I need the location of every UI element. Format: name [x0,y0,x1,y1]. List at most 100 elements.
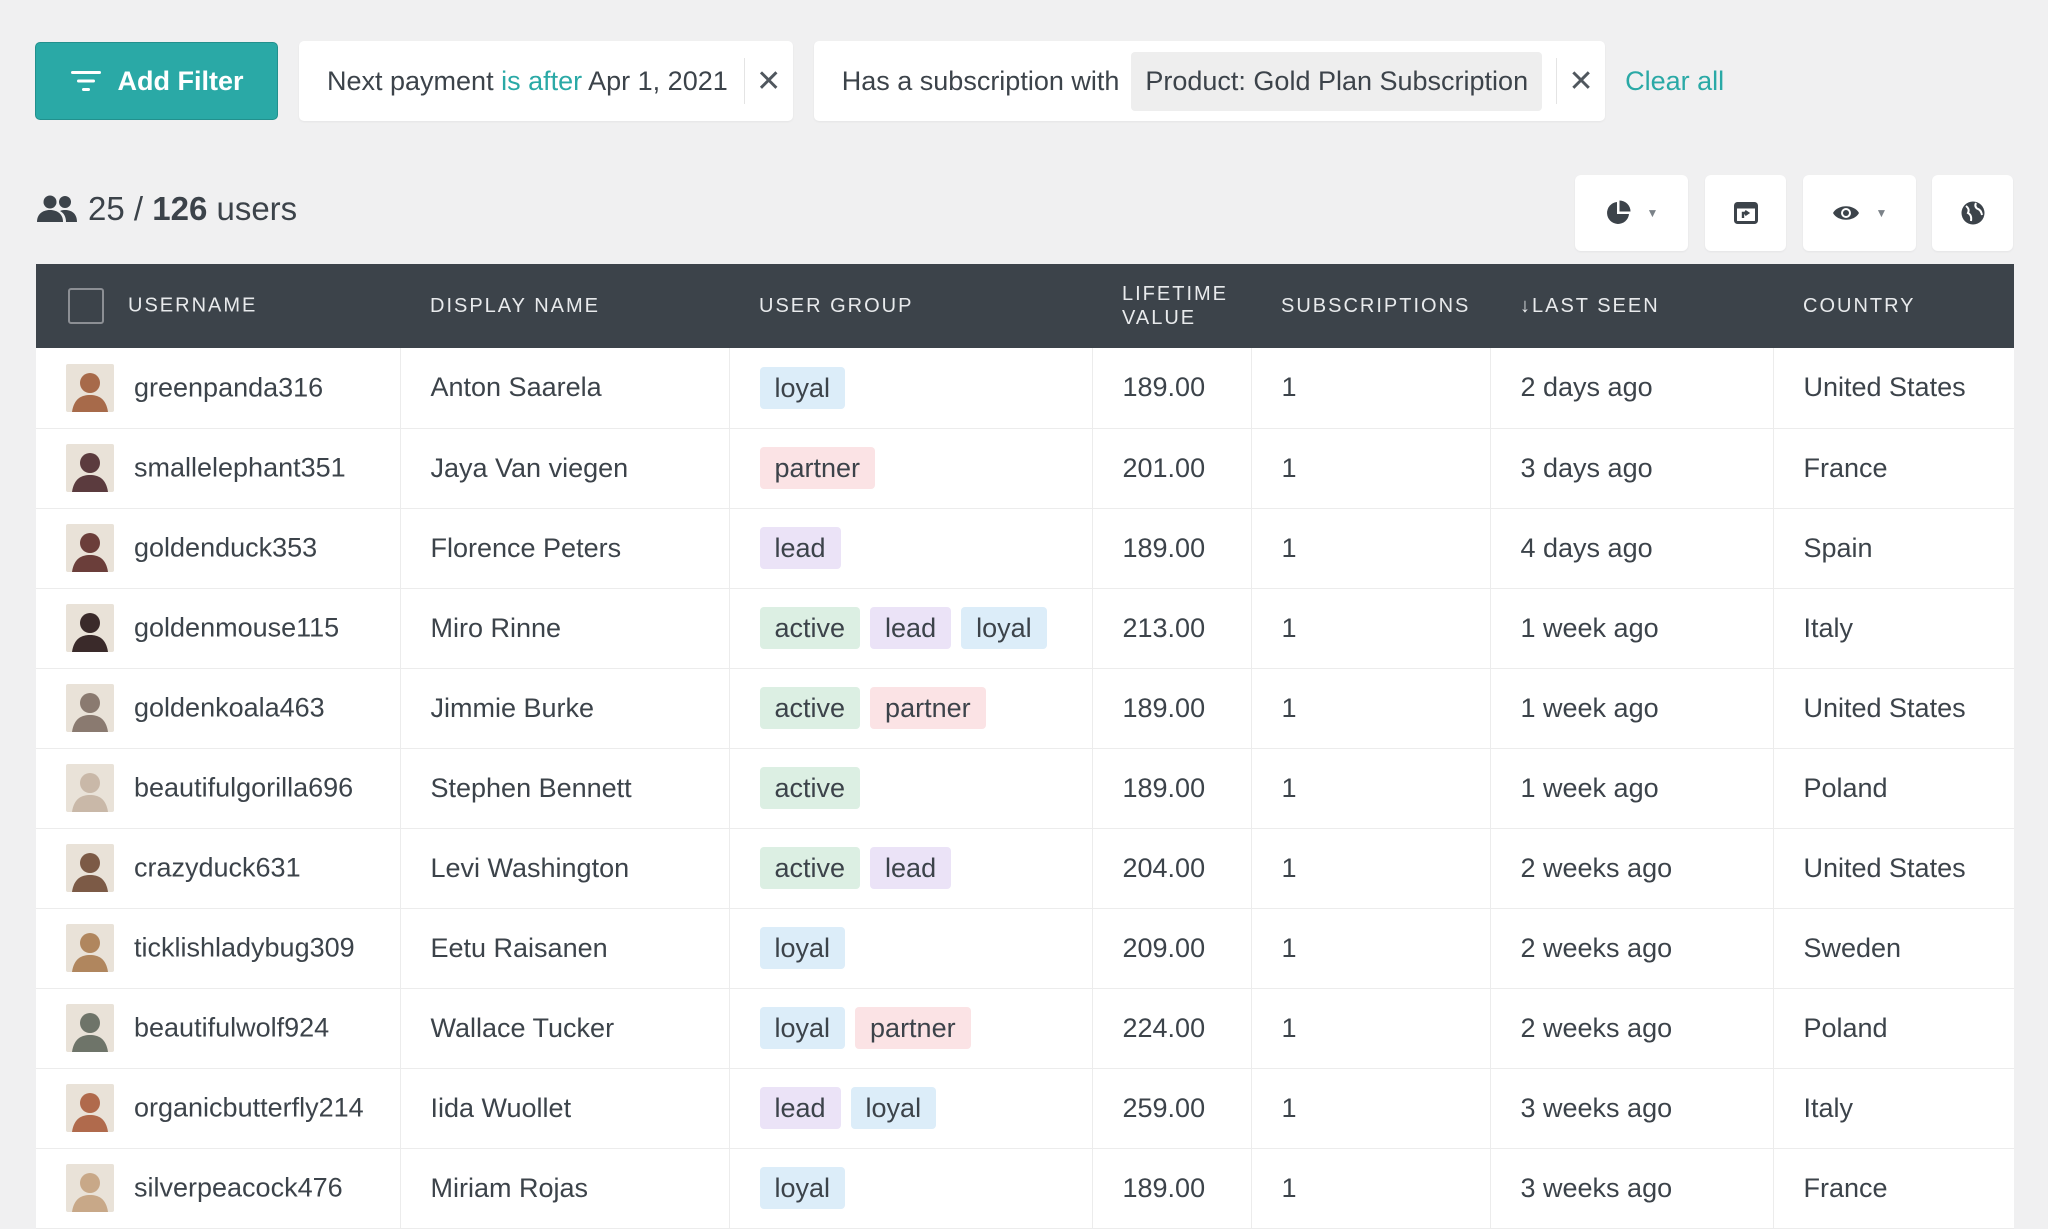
globe-button[interactable] [1932,175,2013,251]
select-all-checkbox[interactable] [68,288,104,324]
clear-all-link[interactable]: Clear all [1625,66,1724,97]
user-group-tag[interactable]: active [759,847,861,889]
column-header-subscriptions[interactable]: SUBSCRIPTIONS [1251,264,1490,348]
column-header-last-seen[interactable]: ↓LAST SEEN [1490,264,1773,348]
remove-filter-icon[interactable]: ✕ [745,64,793,99]
country-cell: Spain [1803,532,1873,563]
layout-button[interactable] [1705,175,1786,251]
last-seen-cell: 3 weeks ago [1490,1148,1774,1228]
subscriptions-cell: 1 [1251,988,1491,1068]
avatar[interactable] [66,1004,114,1052]
avatar[interactable] [66,363,114,412]
user-group-tag[interactable]: loyal [759,1167,846,1209]
avatar[interactable] [66,1084,114,1132]
username-cell[interactable]: beautifulwolf924 [36,988,401,1068]
username-cell[interactable]: ticklishladybug309 [36,908,401,988]
user-group-tag[interactable]: lead [870,847,952,889]
username[interactable]: greenpanda316 [134,372,323,402]
add-filter-button[interactable]: Add Filter [35,42,278,120]
username-cell[interactable]: goldenkoala463 [36,668,401,748]
username[interactable]: beautifulgorilla696 [134,773,353,803]
username[interactable]: ticklishladybug309 [134,933,355,963]
username-cell[interactable]: beautifulgorilla696 [36,748,401,828]
user-group-tag[interactable]: partner [855,1007,971,1049]
display-name-cell: Iida Wuollet [400,1068,730,1148]
username[interactable]: crazyduck631 [134,853,301,883]
username-cell[interactable]: organicbutterfly214 [36,1068,401,1148]
username-cell[interactable]: silverpeacock476 [36,1148,401,1228]
column-header-country[interactable]: COUNTRY [1773,264,2014,348]
user-group-tag[interactable]: loyal [759,366,846,409]
avatar[interactable] [66,684,114,732]
display-name-cell: Miriam Rojas [400,1148,730,1228]
table-row[interactable]: greenpanda316 Anton Saarela loyal 189.00 1 2 … [36,348,2014,428]
avatar[interactable] [66,524,114,572]
avatar[interactable] [66,604,114,652]
user-group-cell: lead [729,508,1093,588]
username[interactable]: organicbutterfly214 [134,1093,364,1123]
display-name-cell: Jimmie Burke [400,668,730,748]
visibility-dropdown-button[interactable]: ▼ [1803,175,1916,251]
user-group-tag[interactable]: lead [759,527,841,569]
table-row[interactable]: goldenduck353 Florence Peters lead 189.00 1 4… [36,508,2014,588]
user-group-tag[interactable]: active [759,767,861,809]
username[interactable]: silverpeacock476 [134,1173,343,1203]
avatar[interactable] [66,444,114,492]
last-seen-cell: 1 week ago [1490,668,1774,748]
filter-field: Next payment [327,65,494,96]
filter-value[interactable]: Apr 1, 2021 [588,66,728,96]
user-group-cell: active lead loyal [729,588,1093,668]
table-body: greenpanda316 Anton Saarela loyal 189.00 1 2 … [36,348,2014,1228]
table-row[interactable]: crazyduck631 Levi Washington active lead 204… [36,828,2014,908]
table-row[interactable]: ticklishladybug309 Eetu Raisanen loyal 209.… [36,908,2014,988]
column-header-user-group[interactable]: USER GROUP [729,264,1092,348]
filter-value-pill[interactable]: Product: Gold Plan Subscription [1131,51,1543,111]
user-group-tag[interactable]: lead [759,1087,841,1129]
username-cell[interactable]: crazyduck631 [36,828,401,908]
user-group-tag[interactable]: loyal [759,1007,846,1049]
user-group-tag[interactable]: loyal [961,607,1047,649]
column-header-lifetime-value[interactable]: LIFETIME VALUE [1092,264,1251,348]
user-group-tag[interactable]: partner [870,687,986,729]
table-row[interactable]: smallelephant351 Jaya Van viegen partner 20… [36,428,2014,508]
remove-filter-icon[interactable]: ✕ [1557,64,1605,99]
user-group-cell: active lead [729,828,1093,908]
table-row[interactable]: beautifulgorilla696 Stephen Bennett active… [36,748,2014,828]
table-row[interactable]: beautifulwolf924 Wallace Tucker loyal partn… [36,988,2014,1068]
user-group-tag[interactable]: partner [759,447,876,489]
username[interactable]: smallelephant351 [134,453,346,483]
table-row[interactable]: silverpeacock476 Miriam Rojas loyal 189.00 1… [36,1148,2014,1228]
username[interactable]: goldenmouse115 [134,613,339,643]
filter-chip-next-payment[interactable]: Next payment is after Apr 1, 2021 ✕ [299,41,793,121]
user-group-tag[interactable]: active [759,687,861,729]
username[interactable]: beautifulwolf924 [134,1013,329,1043]
avatar[interactable] [66,924,114,972]
country-cell: Sweden [1803,932,1902,963]
avatar[interactable] [66,844,114,892]
username-cell[interactable]: smallelephant351 [36,428,401,508]
user-group-cell: active [729,748,1093,828]
filter-icon [70,71,101,91]
username[interactable]: goldenduck353 [134,533,317,563]
user-group-tag[interactable]: active [759,607,861,649]
subscriptions-cell: 1 [1251,348,1491,428]
table-row[interactable]: goldenkoala463 Jimmie Burke active partner 1… [36,668,2014,748]
username-cell[interactable]: greenpanda316 [36,348,401,428]
username-cell[interactable]: goldenduck353 [36,508,401,588]
user-group-tag[interactable]: loyal [850,1087,937,1129]
user-group-tag[interactable]: lead [870,607,952,649]
chart-dropdown-button[interactable]: ▼ [1575,175,1688,251]
user-group-tag[interactable]: loyal [759,927,846,969]
avatar[interactable] [66,1164,114,1212]
column-header-display-name[interactable]: DISPLAY NAME [400,264,729,348]
filter-operator[interactable]: is after [501,66,582,96]
filter-chip-subscription[interactable]: Has a subscription with Product: Gold Pl… [813,41,1606,121]
avatar[interactable] [66,764,114,812]
country-cell: United States [1803,692,1966,723]
table-row[interactable]: goldenmouse115 Miro Rinne active lead loyal 2… [36,588,2014,668]
add-filter-label: Add Filter [117,65,244,96]
username-cell[interactable]: goldenmouse115 [36,588,401,668]
column-header-username[interactable]: USERNAME [36,264,400,348]
table-row[interactable]: organicbutterfly214 Iida Wuollet lead loyal… [36,1068,2014,1148]
username[interactable]: goldenkoala463 [134,693,325,723]
